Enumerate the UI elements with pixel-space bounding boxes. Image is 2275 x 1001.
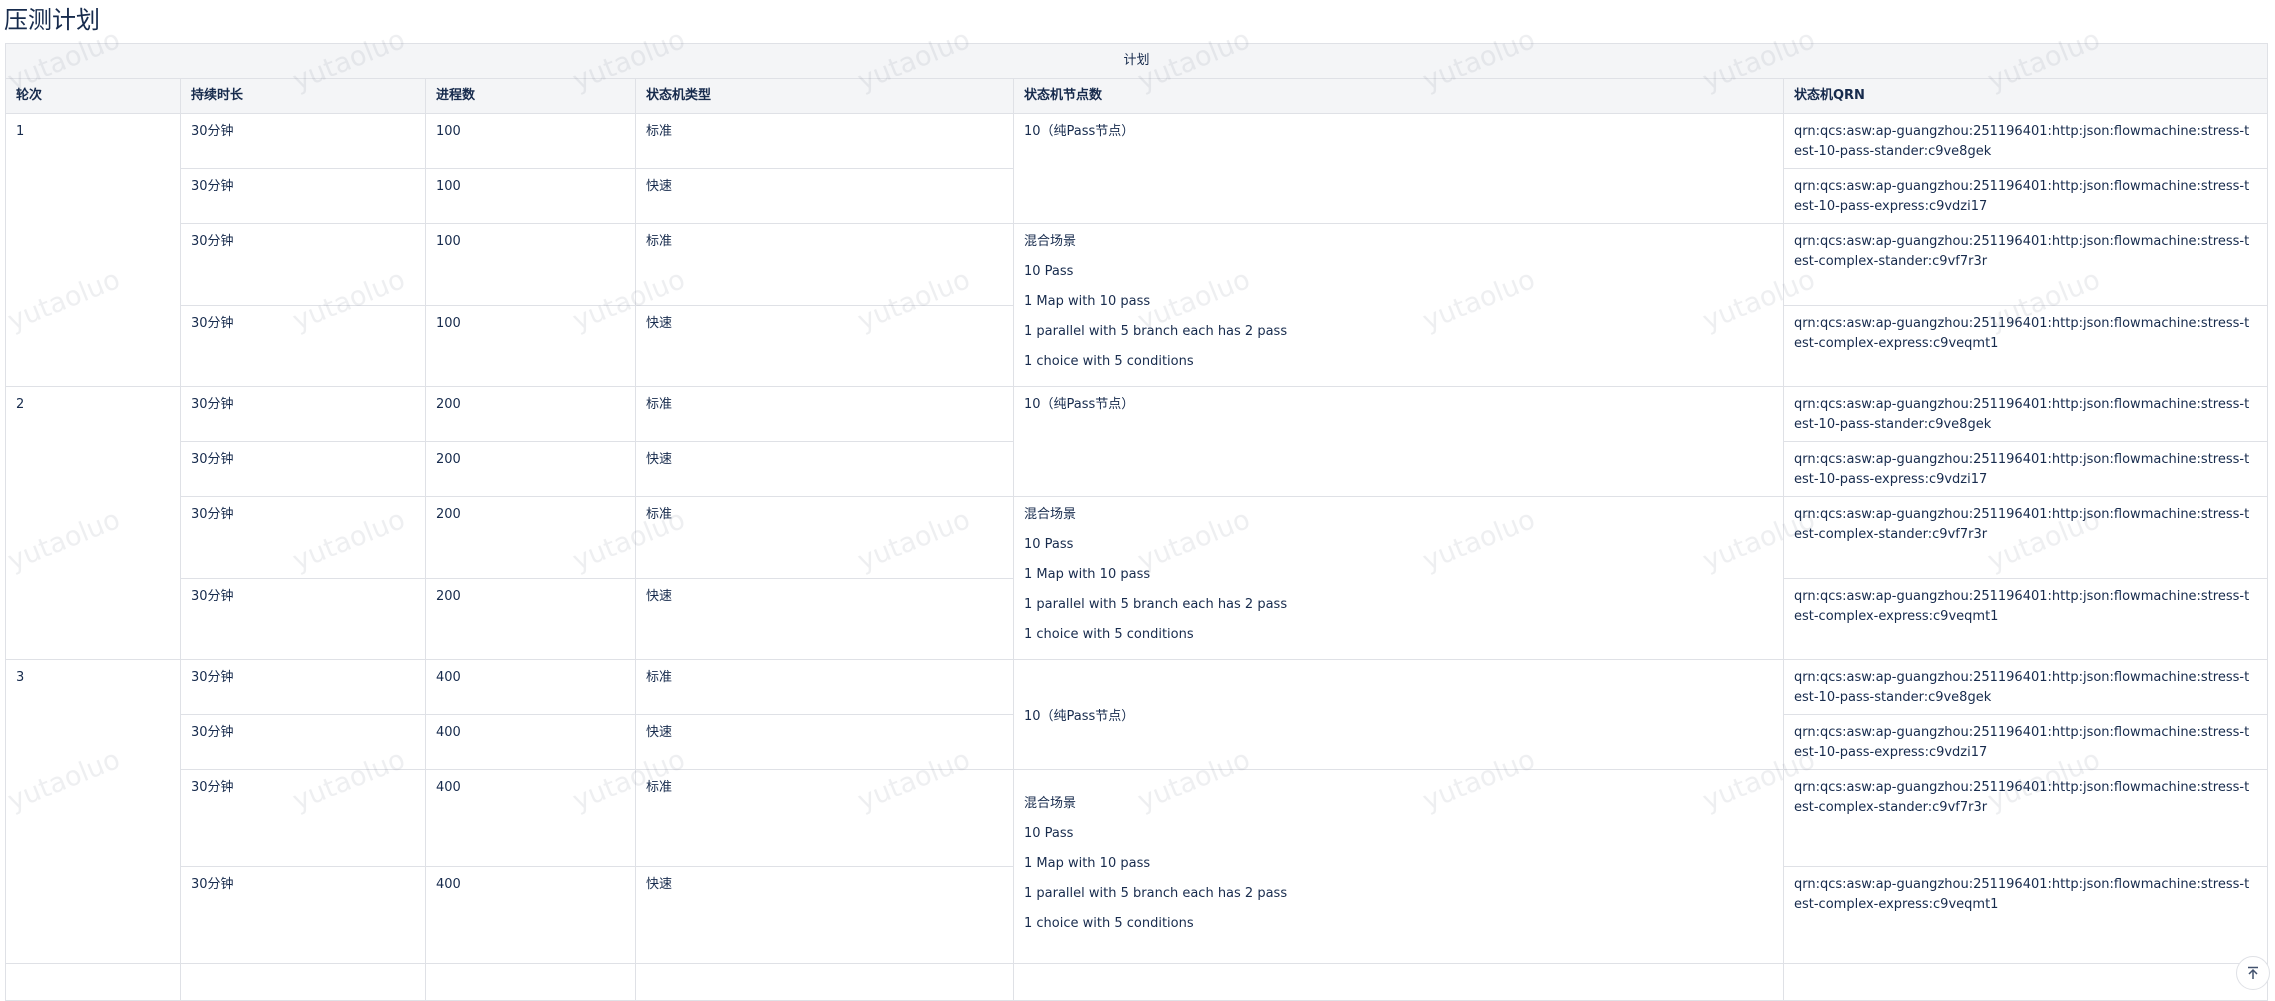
scene-line: 1 Map with 10 pass [1024,567,1151,582]
type-cell: 标准 [635,113,1014,169]
type-cell: 快速 [635,304,1014,387]
mixed-scene-cell: 混合场景 10 Pass 1 Map with 10 pass 1 parall… [1013,223,1784,387]
back-to-top-button[interactable] [2236,956,2270,990]
processes-cell: 200 [425,496,636,579]
scene-line: 1 parallel with 5 branch each has 2 pass [1024,597,1288,612]
scene-line: 1 Map with 10 pass [1024,855,1151,871]
qrn-cell: qrn:qcs:asw:ap-guangzhou:251196401:http:… [1782,304,2269,387]
empty-cell [425,963,636,1001]
nodes-cell: 10（纯Pass节点） [1013,386,1784,497]
duration-cell: 30分钟 [180,168,426,224]
empty-cell [180,963,426,1001]
duration-cell: 30分钟 [180,866,426,964]
type-cell: 快速 [635,441,1014,497]
processes-cell: 200 [425,577,636,660]
duration-cell: 30分钟 [180,386,426,442]
scene-line: 混合场景 [1024,795,1077,811]
duration-cell: 30分钟 [180,113,426,169]
qrn-cell: qrn:qcs:asw:ap-guangzhou:251196401:http:… [1782,113,2269,169]
arrow-up-to-top-icon [2248,966,2258,979]
table-row: 30分钟 200 标准 混合场景 10 Pass 1 Map with 10 p… [6,496,2269,660]
duration-cell: 30分钟 [180,496,426,579]
processes-cell: 400 [425,659,636,715]
mixed-scene-cell: 混合场景 10 Pass 1 Map with 10 pass 1 parall… [1013,496,1784,660]
type-cell: 快速 [635,714,1014,770]
empty-cell [1013,963,1784,1001]
qrn-cell: qrn:qcs:asw:ap-guangzhou:251196401:http:… [1782,496,2269,579]
mixed-scene-cell: 混合场景 10 Pass 1 Map with 10 pass 1 parall… [1013,769,1784,964]
header-round: 轮次 [5,78,181,114]
type-cell: 快速 [635,866,1014,964]
duration-cell: 30分钟 [180,714,426,770]
empty-cell [5,963,181,1001]
duration-cell: 30分钟 [180,223,426,306]
table-row: 2 30分钟 200 标准 10（纯Pass节点） qrn:qcs:asw:ap… [5,386,2269,660]
stress-test-plan-table: 计划 轮次 持续时长 进程数 状态机类型 状态机节点数 状态机QRN 1 30分… [4,43,2269,1001]
duration-cell: 30分钟 [180,659,426,715]
processes-cell: 400 [425,769,636,867]
round-cell: 1 [5,113,181,387]
table-row: 3 30分钟 400 标准 10（纯Pass节点） qrn:qcs:asw:ap… [5,659,2269,964]
qrn-cell: qrn:qcs:asw:ap-guangzhou:251196401:http:… [1782,659,2269,715]
processes-cell: 100 [425,223,636,306]
processes-cell: 200 [425,441,636,497]
processes-cell: 400 [425,866,636,964]
scene-line: 1 parallel with 5 branch each has 2 pass [1024,324,1288,339]
header-type: 状态机类型 [635,78,1014,114]
table-caption: 计划 [4,43,2269,79]
scene-line: 10 Pass [1024,537,1074,552]
scene-line: 混合场景 [1024,507,1077,522]
table-caption-row: 计划 [4,43,2269,79]
qrn-cell: qrn:qcs:asw:ap-guangzhou:251196401:http:… [1782,386,2269,442]
type-cell: 标准 [635,659,1014,715]
header-processes: 进程数 [425,78,636,114]
empty-cell [635,963,1014,1001]
table-header-row: 轮次 持续时长 进程数 状态机类型 状态机节点数 状态机QRN [5,78,2269,114]
qrn-cell: qrn:qcs:asw:ap-guangzhou:251196401:http:… [1782,168,2269,224]
page-title: 压测计划 [4,6,100,34]
header-duration: 持续时长 [180,78,426,114]
scene-line: 混合场景 [1024,234,1077,249]
scene-line: 1 choice with 5 conditions [1024,915,1194,931]
type-cell: 快速 [635,168,1014,224]
qrn-cell: qrn:qcs:asw:ap-guangzhou:251196401:http:… [1782,866,2269,964]
round-cell: 2 [5,386,181,660]
processes-cell: 400 [425,714,636,770]
table-row: 1 30分钟 100 标准 10（纯Pass节点） qrn:qcs:asw:ap… [5,113,2269,387]
scene-line: 1 choice with 5 conditions [1024,627,1194,642]
header-qrn: 状态机QRN [1782,78,2269,114]
nodes-cell: 10（纯Pass节点） [1013,659,1784,770]
empty-cell [1782,963,2269,1001]
type-cell: 标准 [635,496,1014,579]
scene-line: 10 Pass [1024,264,1074,279]
scene-line: 10 Pass [1024,825,1074,841]
duration-cell: 30分钟 [180,577,426,660]
type-cell: 标准 [635,386,1014,442]
type-cell: 标准 [635,769,1014,867]
processes-cell: 200 [425,386,636,442]
qrn-cell: qrn:qcs:asw:ap-guangzhou:251196401:http:… [1782,223,2269,306]
table-row-empty [5,963,2269,1001]
duration-cell: 30分钟 [180,441,426,497]
qrn-cell: qrn:qcs:asw:ap-guangzhou:251196401:http:… [1782,577,2269,660]
processes-cell: 100 [425,168,636,224]
round-cell: 3 [5,659,181,964]
scene-line: 1 Map with 10 pass [1024,294,1151,309]
duration-cell: 30分钟 [180,769,426,867]
processes-cell: 100 [425,304,636,387]
table-row: 30分钟 400 标准 混合场景 10 Pass 1 Map with 10 p… [6,769,2269,964]
table-row: 30分钟 100 标准 混合场景 10 Pass 1 Map with 10 p… [6,223,2269,387]
processes-cell: 100 [425,113,636,169]
header-nodes: 状态机节点数 [1013,78,1784,114]
qrn-cell: qrn:qcs:asw:ap-guangzhou:251196401:http:… [1782,441,2269,497]
qrn-cell: qrn:qcs:asw:ap-guangzhou:251196401:http:… [1782,769,2269,867]
type-cell: 标准 [635,223,1014,306]
qrn-cell: qrn:qcs:asw:ap-guangzhou:251196401:http:… [1782,714,2269,770]
type-cell: 快速 [635,577,1014,660]
duration-cell: 30分钟 [180,304,426,387]
nodes-cell: 10（纯Pass节点） [1013,113,1784,224]
scene-line: 1 parallel with 5 branch each has 2 pass [1024,885,1288,901]
scene-line: 1 choice with 5 conditions [1024,354,1194,369]
